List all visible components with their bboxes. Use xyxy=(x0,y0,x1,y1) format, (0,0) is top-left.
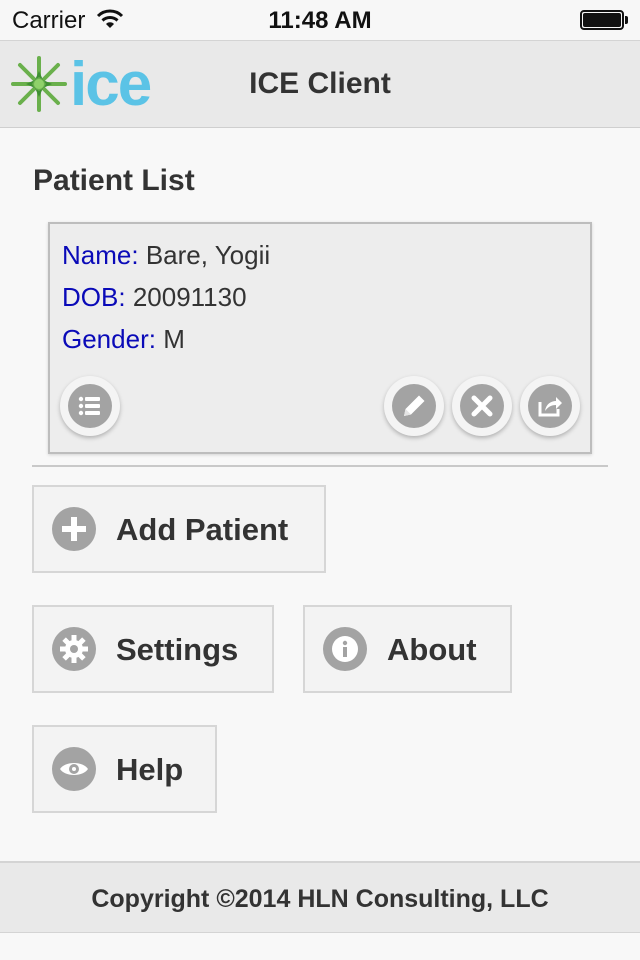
settings-label: Settings xyxy=(116,632,239,667)
pencil-icon xyxy=(404,395,425,416)
patient-card[interactable]: Name: Bare, Yogii DOB: 20091130 Gender: … xyxy=(48,222,592,454)
eye-icon xyxy=(60,763,88,775)
add-patient-label: Add Patient xyxy=(116,512,289,547)
list-icon xyxy=(78,396,100,416)
add-patient-button[interactable]: Add Patient xyxy=(32,485,326,573)
plus-icon xyxy=(62,517,86,541)
help-label: Help xyxy=(116,752,184,787)
info-icon xyxy=(332,636,358,662)
patient-list-title: Patient List xyxy=(33,164,195,197)
status-bar: Carrier 11:48 AM xyxy=(0,0,640,40)
battery-icon xyxy=(580,10,628,30)
name-label: Name: xyxy=(62,240,139,270)
patient-name-row: Name: Bare, Yogii xyxy=(62,240,270,271)
gender-label: Gender: xyxy=(62,324,156,354)
patient-name: Bare, Yogii xyxy=(145,240,271,270)
divider xyxy=(32,465,608,467)
share-icon xyxy=(538,397,562,417)
patient-dob: 20091130 xyxy=(132,282,247,312)
gear-icon xyxy=(60,635,88,663)
patient-dob-row: DOB: 20091130 xyxy=(62,282,247,313)
delete-patient-button[interactable] xyxy=(452,376,512,436)
about-label: About xyxy=(387,632,477,667)
app-header: ice ICE Client xyxy=(0,40,640,128)
patient-gender: M xyxy=(163,324,185,354)
settings-button[interactable]: Settings xyxy=(32,605,274,693)
share-patient-button[interactable] xyxy=(520,376,580,436)
edit-patient-button[interactable] xyxy=(384,376,444,436)
dob-label: DOB: xyxy=(62,282,126,312)
footer: Copyright ©2014 HLN Consulting, LLC xyxy=(0,861,640,933)
about-button[interactable]: About xyxy=(303,605,512,693)
clock: 11:48 AM xyxy=(268,7,372,34)
patient-gender-row: Gender: M xyxy=(62,324,185,355)
close-icon xyxy=(471,395,493,417)
help-button[interactable]: Help xyxy=(32,725,217,813)
copyright-text: Copyright ©2014 HLN Consulting, LLC xyxy=(91,885,549,913)
app-title: ICE Client xyxy=(249,67,391,100)
patient-details-button[interactable] xyxy=(60,376,120,436)
